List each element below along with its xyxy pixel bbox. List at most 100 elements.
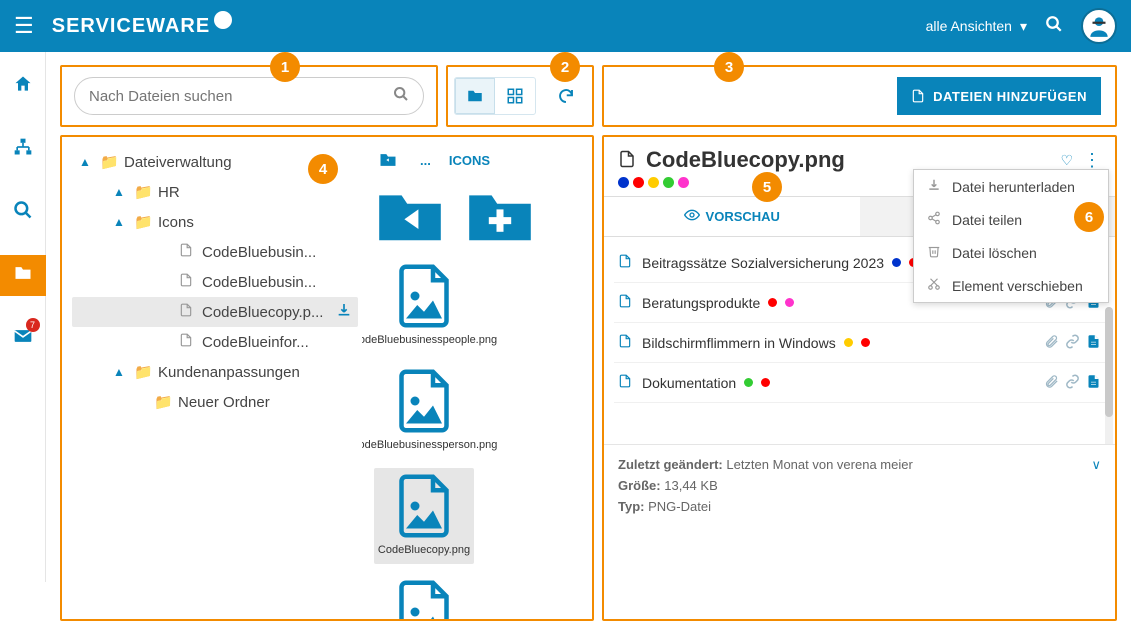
- browser-panel: ▲ 📁 Dateiverwaltung ▲📁HR▲📁IconsCodeBlueb…: [60, 135, 594, 621]
- folder-icon: 📁: [134, 213, 150, 231]
- usage-label: Bildschirmflimmern in Windows: [642, 335, 836, 351]
- nav-files-icon[interactable]: [0, 255, 46, 296]
- folder-icon: 📁: [154, 393, 170, 411]
- meta-size-label: Größe:: [618, 478, 661, 493]
- tag-dot: [744, 378, 753, 387]
- breadcrumb-back-icon[interactable]: [374, 149, 402, 171]
- annotation-1: 1: [270, 52, 300, 82]
- add-files-button[interactable]: DATEIEN HINZUFÜGEN: [897, 77, 1101, 115]
- tag-dot: [761, 378, 770, 387]
- context-menu: Datei herunterladen Datei teilen Datei lös…: [913, 169, 1109, 303]
- doc-icon[interactable]: [1086, 374, 1101, 392]
- ctx-download[interactable]: Datei herunterladen: [914, 170, 1108, 203]
- download-icon[interactable]: [336, 302, 352, 322]
- file-meta: ∨ Zuletzt geändert: Letzten Monat von ve…: [604, 445, 1115, 527]
- file-icon: [618, 253, 634, 272]
- ctx-trash[interactable]: Datei löschen: [914, 236, 1108, 269]
- meta-changed-label: Zuletzt geändert:: [618, 457, 723, 472]
- caret-up-icon: ▲: [112, 185, 126, 199]
- annotation-2: 2: [550, 52, 580, 82]
- ctx-label: Datei teilen: [952, 212, 1022, 228]
- usage-label: Dokumentation: [642, 375, 736, 391]
- mail-badge: 7: [26, 318, 40, 332]
- folder-open-icon: 📁: [100, 153, 116, 171]
- tag-dot: [844, 338, 853, 347]
- thumbnail[interactable]: CodeBlueinformation.png: [374, 574, 474, 619]
- breadcrumb-dots[interactable]: ...: [420, 153, 431, 168]
- favorite-icon[interactable]: ♡: [1060, 152, 1073, 169]
- add-files-label: DATEIEN HINZUFÜGEN: [933, 89, 1087, 104]
- more-actions-icon[interactable]: ⋮: [1083, 150, 1101, 171]
- tree-root-label: Dateiverwaltung: [124, 154, 232, 171]
- views-label: alle Ansichten: [926, 18, 1012, 34]
- ctx-cut[interactable]: Element verschieben: [914, 269, 1108, 302]
- tree-label: HR: [158, 184, 180, 201]
- global-search-icon[interactable]: [1045, 15, 1063, 38]
- thumbnail[interactable]: CodeBluecopy.png: [374, 468, 474, 563]
- file-search-input[interactable]: [89, 88, 393, 105]
- scrollbar[interactable]: [1105, 307, 1113, 445]
- usage-label: Beratungsprodukte: [642, 295, 760, 311]
- breadcrumb-current[interactable]: ICONS: [449, 153, 490, 168]
- usage-row[interactable]: Bildschirmflimmern in Windows: [614, 323, 1105, 363]
- folder-icon: 📁: [134, 363, 150, 381]
- tag-dot: [678, 177, 689, 188]
- attachment-icon[interactable]: [1044, 334, 1059, 352]
- doc-icon[interactable]: [1086, 334, 1101, 352]
- tag-dot: [648, 177, 659, 188]
- folder-new-shortcut[interactable]: [464, 187, 536, 246]
- tree-row[interactable]: CodeBluebusin...: [72, 237, 358, 267]
- tab-vorschau[interactable]: VORSCHAU: [604, 197, 860, 236]
- menu-toggle-icon[interactable]: ☰: [14, 13, 34, 39]
- attachment-icon[interactable]: [1044, 374, 1059, 392]
- tree-row[interactable]: CodeBluebusin...: [72, 267, 358, 297]
- thumb-label: CodeBluebusinessperson.png: [362, 439, 497, 452]
- link-icon[interactable]: [1065, 374, 1080, 392]
- file-icon: [178, 302, 194, 322]
- tree-row[interactable]: CodeBlueinfor...: [72, 327, 358, 357]
- nav-mail-icon[interactable]: 7: [0, 318, 46, 359]
- search-icon[interactable]: [393, 86, 409, 107]
- nav-sitemap-icon[interactable]: [0, 129, 46, 170]
- annotation-4: 4: [308, 154, 338, 184]
- refresh-button[interactable]: [546, 78, 586, 114]
- tree-row[interactable]: CodeBluecopy.p...: [72, 297, 358, 327]
- tag-dot: [892, 258, 901, 267]
- brand-logo: SERVICEWARE: [52, 15, 232, 38]
- folder-back-shortcut[interactable]: [374, 187, 446, 246]
- usage-actions: [1044, 374, 1101, 392]
- grid-view-button[interactable]: [495, 78, 535, 114]
- meta-type-label: Typ:: [618, 499, 644, 514]
- view-toggle-group: [454, 77, 536, 115]
- file-icon: [178, 272, 194, 292]
- file-icon: [618, 293, 634, 312]
- usage-row[interactable]: Dokumentation: [614, 363, 1105, 403]
- tree-row[interactable]: ▲📁Kundenanpassungen: [72, 357, 358, 387]
- user-avatar[interactable]: [1081, 8, 1117, 44]
- search-panel: [60, 65, 438, 127]
- tree-label: CodeBluebusin...: [202, 244, 316, 261]
- file-search-wrapper[interactable]: [74, 77, 424, 115]
- tag-dot: [861, 338, 870, 347]
- tab-label: VORSCHAU: [706, 209, 780, 224]
- tree-row[interactable]: 📁Neuer Ordner: [72, 387, 358, 417]
- views-dropdown[interactable]: alle Ansichten ▾: [926, 18, 1027, 35]
- ctx-label: Datei herunterladen: [952, 179, 1075, 195]
- thumbnail[interactable]: CodeBluebusinesspeople.png: [374, 258, 474, 353]
- annotation-3: 3: [714, 52, 744, 82]
- tag-dot: [663, 177, 674, 188]
- caret-up-icon: ▲: [112, 215, 126, 229]
- nav-search-icon[interactable]: [0, 192, 46, 233]
- ctx-label: Element verschieben: [952, 278, 1083, 294]
- link-icon[interactable]: [1065, 334, 1080, 352]
- chevron-down-icon[interactable]: ∨: [1091, 455, 1101, 476]
- meta-type-value: PNG-Datei: [648, 499, 711, 514]
- thumb-label: CodeBluecopy.png: [378, 544, 470, 557]
- nav-home-icon[interactable]: [0, 66, 46, 107]
- file-icon: [618, 148, 636, 173]
- meta-changed-value: Letzten Monat von verena meier: [726, 457, 912, 472]
- folder-view-button[interactable]: [455, 78, 495, 114]
- tree-row[interactable]: ▲📁Icons: [72, 207, 358, 237]
- brand-text: SERVICEWARE: [52, 15, 210, 38]
- thumbnail[interactable]: CodeBluebusinessperson.png: [374, 363, 474, 458]
